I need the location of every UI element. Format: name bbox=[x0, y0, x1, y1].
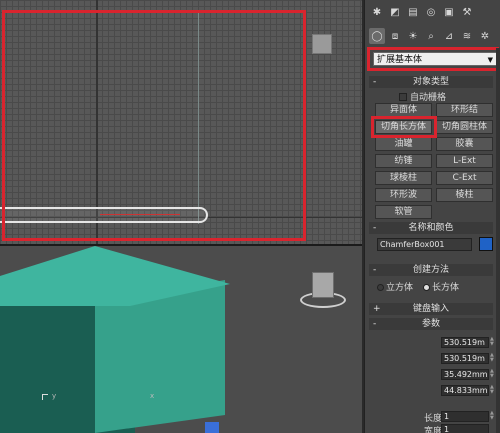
shapes-icon[interactable]: ⧈ bbox=[387, 28, 403, 44]
param-width-segs: 宽度分段: 1 bbox=[377, 424, 497, 433]
btn-gengon[interactable]: 球棱柱 bbox=[375, 171, 432, 185]
helpers-icon[interactable]: ⊿ bbox=[441, 28, 457, 44]
btn-prism[interactable]: 棱柱 bbox=[436, 188, 493, 202]
chamferbox-highlight bbox=[371, 116, 437, 138]
auto-grid-label: 自动栅格 bbox=[410, 93, 447, 103]
collapse-icon: - bbox=[373, 319, 377, 329]
collapse-icon: - bbox=[373, 77, 377, 87]
viewcube-icon[interactable] bbox=[300, 272, 346, 312]
param-length: 长度: 530.519m ▲▼ bbox=[377, 337, 497, 350]
btn-l-ext[interactable]: L-Ext bbox=[436, 154, 493, 168]
param-width-input[interactable]: 530.519m bbox=[441, 353, 489, 364]
btn-torus-knot[interactable]: 环形结 bbox=[436, 103, 493, 117]
param-length-segs: 长度分段: 1 ▲▼ bbox=[377, 411, 497, 425]
axis-label-y: y bbox=[52, 392, 57, 400]
btn-c-ext[interactable]: C-Ext bbox=[436, 171, 493, 185]
param-length-segs-input[interactable]: 1 bbox=[441, 411, 489, 422]
main-tab-row: ✱ ◩ ▤ ◎ ▣ ⚒ bbox=[369, 4, 475, 22]
rollout-title: 参数 bbox=[421, 319, 440, 329]
radio-cube[interactable]: 立方体 bbox=[377, 280, 413, 293]
btn-spindle[interactable]: 纺锤 bbox=[375, 154, 432, 168]
radio-cube-label: 立方体 bbox=[386, 283, 414, 293]
viewcube-icon[interactable] bbox=[312, 34, 332, 54]
collapse-icon: - bbox=[373, 265, 377, 275]
create-icon[interactable]: ✱ bbox=[369, 4, 385, 20]
radio-box[interactable]: 长方体 bbox=[423, 280, 459, 293]
lights-icon[interactable]: ☀ bbox=[405, 28, 421, 44]
param-length-input[interactable]: 530.519m bbox=[441, 337, 489, 348]
param-height-input[interactable]: 35.492mm bbox=[441, 369, 489, 380]
creation-method-rollout[interactable]: - 创建方法 bbox=[369, 264, 493, 276]
selection-bracket bbox=[42, 394, 48, 400]
creation-method-options: 立方体 长方体 bbox=[377, 280, 459, 293]
dropdown-highlight bbox=[367, 47, 499, 71]
cameras-icon[interactable]: ⌕ bbox=[423, 28, 439, 44]
btn-hedra[interactable]: 异面体 bbox=[375, 103, 432, 117]
object-color-chip bbox=[205, 422, 219, 433]
top-viewport-highlight bbox=[2, 10, 306, 241]
object-color-swatch[interactable] bbox=[479, 237, 493, 251]
sub-tab-row: ◯ ⧈ ☀ ⌕ ⊿ ≋ ✲ bbox=[369, 28, 493, 46]
object-type-rollout[interactable]: - 对象类型 bbox=[369, 76, 493, 88]
btn-oiltank[interactable]: 油罐 bbox=[375, 137, 432, 151]
display-icon[interactable]: ▣ bbox=[441, 4, 457, 20]
rollout-title: 键盘输入 bbox=[412, 304, 449, 314]
collapse-icon: - bbox=[373, 223, 377, 233]
perspective-viewport[interactable]: y x bbox=[0, 246, 362, 433]
name-color-rollout[interactable]: - 名称和颜色 bbox=[369, 222, 493, 234]
parameters-rollout[interactable]: - 参数 bbox=[369, 318, 493, 330]
radio-icon[interactable] bbox=[377, 284, 384, 291]
geometry-icon[interactable]: ◯ bbox=[369, 28, 385, 44]
param-width-segs-input[interactable]: 1 bbox=[441, 424, 489, 433]
rollout-title: 名称和颜色 bbox=[408, 223, 454, 233]
param-height: 高度: 35.492mm ▲▼ bbox=[377, 369, 497, 382]
panel-scrollbar[interactable] bbox=[496, 48, 500, 433]
expand-icon: + bbox=[373, 304, 381, 314]
param-width: 宽度: 530.519m ▲▼ bbox=[377, 353, 497, 366]
hierarchy-icon[interactable]: ▤ bbox=[405, 4, 421, 20]
rollout-title: 创建方法 bbox=[412, 265, 449, 275]
keyboard-entry-rollout[interactable]: + 键盘输入 bbox=[369, 303, 493, 315]
auto-grid-checkbox-row[interactable]: 自动栅格 bbox=[399, 90, 446, 103]
radio-icon[interactable] bbox=[423, 284, 431, 291]
object-name-field[interactable]: ChamferBox001 bbox=[377, 238, 472, 251]
space-warps-icon[interactable]: ≋ bbox=[459, 28, 475, 44]
command-panel: ✱ ◩ ▤ ◎ ▣ ⚒ ◯ ⧈ ☀ ⌕ ⊿ ≋ ✲ 扩展基本体 ▼ - 对象类型… bbox=[364, 0, 500, 433]
motion-icon[interactable]: ◎ bbox=[423, 4, 439, 20]
param-fillet: 圆角: 44.833mm ▲▼ bbox=[377, 385, 497, 398]
systems-icon[interactable]: ✲ bbox=[477, 28, 493, 44]
rollout-title: 对象类型 bbox=[412, 77, 449, 87]
modify-icon[interactable]: ◩ bbox=[387, 4, 403, 20]
radio-box-label: 长方体 bbox=[432, 283, 460, 293]
auto-grid-checkbox[interactable] bbox=[399, 92, 407, 101]
btn-chamfercyl[interactable]: 切角圆柱体 bbox=[436, 120, 493, 134]
axis-label-x: x bbox=[150, 392, 155, 400]
viewcube-box[interactable] bbox=[312, 272, 334, 298]
utilities-icon[interactable]: ⚒ bbox=[459, 4, 475, 20]
btn-ringwave[interactable]: 环形波 bbox=[375, 188, 432, 202]
btn-capsule[interactable]: 胶囊 bbox=[436, 137, 493, 151]
param-fillet-input[interactable]: 44.833mm bbox=[441, 385, 489, 396]
btn-hose[interactable]: 软管 bbox=[375, 205, 432, 219]
